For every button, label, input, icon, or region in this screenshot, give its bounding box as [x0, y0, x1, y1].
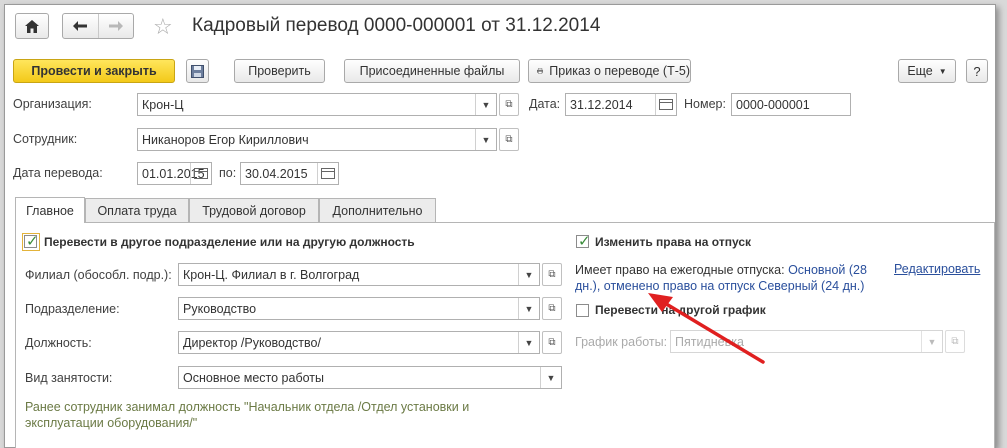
- document-window: ☆ Кадровый перевод 0000-000001 от 31.12.…: [4, 4, 996, 448]
- annotation-arrow-icon: [648, 293, 765, 364]
